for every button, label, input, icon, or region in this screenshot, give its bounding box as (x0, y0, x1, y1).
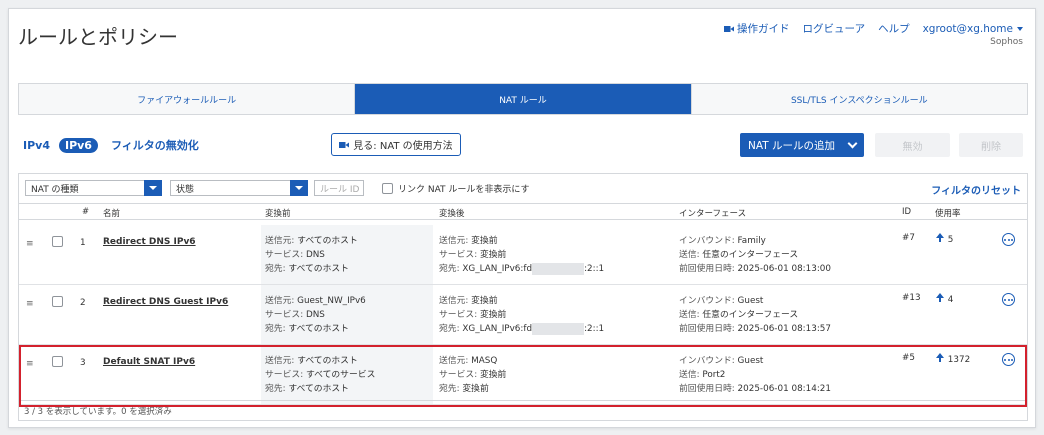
rule-id: #7 (902, 233, 915, 243)
user-name: xgroot@xg.home (922, 22, 1013, 35)
tab-firewall-rules[interactable]: ファイアウォールルール (19, 84, 356, 114)
log-viewer-link[interactable]: ログビューア (802, 21, 865, 36)
row-checkbox[interactable] (52, 296, 63, 307)
top-navigation: 操作ガイド ログビューア ヘルプ xgroot@xg.home (723, 21, 1023, 36)
howto-button[interactable]: 見る: NAT の使用方法 (331, 133, 461, 156)
row-num: 2 (80, 298, 86, 308)
delete-button[interactable]: 削除 (959, 133, 1023, 157)
col-id: ID (902, 207, 912, 217)
status-value: 状態 (176, 184, 195, 195)
organization-label: Sophos (990, 37, 1023, 47)
reset-filter-link[interactable]: フィルタのリセット (931, 182, 1021, 197)
guide-link[interactable]: 操作ガイド (723, 21, 790, 36)
drag-handle-icon[interactable]: ≡ (26, 299, 34, 309)
hide-linked-rules-option[interactable]: リンク NAT ルールを非表示にす (382, 182, 530, 195)
before-source: 送信元: Guest_NW_IPv6 (265, 296, 366, 306)
iface-outbound: 送信: 任意のインターフェース (679, 310, 799, 320)
chevron-down-icon (1017, 26, 1023, 31)
guide-label: 操作ガイド (736, 23, 790, 35)
drag-handle-icon[interactable]: ≡ (26, 239, 34, 249)
before-destination: 宛先: すべてのホスト (265, 324, 349, 334)
chevron-down-icon (847, 138, 858, 148)
rule-tabs: ファイアウォールルール NAT ルール SSL/TLS インスペクションルール (18, 83, 1028, 115)
iface-last-used: 前回使用日時: 2025-06-01 08:13:57 (679, 324, 831, 334)
after-source: 送信元: 変換前 (439, 236, 498, 246)
redacted-area (532, 262, 585, 275)
iface-inbound: インバウンド: Family (679, 236, 766, 246)
disable-button[interactable]: 無効 (875, 133, 950, 157)
col-before: 変換前 (265, 209, 291, 219)
howto-label: 見る: NAT の使用方法 (353, 141, 453, 152)
usage: 4 (935, 293, 953, 305)
tab-nat-rules[interactable]: NAT ルール (355, 84, 692, 114)
col-name: 名前 (103, 209, 121, 219)
after-service: サービス: 変換前 (439, 250, 507, 260)
after-destination: 宛先: XG_LAN_IPv6:fd:2::1 (439, 262, 605, 275)
help-link[interactable]: ヘルプ (878, 21, 910, 36)
table-header: # 名前 変換前 変換後 インターフェース ID 使用率 (19, 203, 1027, 220)
ip-filter-bar: IPv4 IPv6 フィルタの無効化 (23, 137, 199, 153)
rule-id: #13 (902, 293, 921, 303)
before-destination: 宛先: すべてのホスト (265, 264, 349, 274)
rule-name-link[interactable]: Redirect DNS Guest IPv6 (103, 297, 228, 307)
col-interface: インターフェース (679, 209, 747, 219)
after-source: 送信元: 変換前 (439, 296, 498, 306)
page-title: ルールとポリシー (18, 25, 178, 49)
nat-type-value: NAT の種類 (31, 184, 79, 195)
add-nat-rule-button[interactable]: NAT ルールの追加 (740, 133, 864, 157)
more-options-icon[interactable] (1002, 233, 1015, 246)
rule-id-input[interactable]: ルール ID (314, 180, 364, 196)
col-after: 変換後 (439, 209, 465, 219)
after-service: サービス: 変換前 (439, 310, 507, 320)
more-options-icon[interactable] (1002, 293, 1015, 306)
video-icon (723, 26, 734, 32)
col-num: # (82, 207, 90, 217)
col-usage: 使用率 (935, 209, 961, 219)
table-row[interactable]: ≡ 2 Redirect DNS Guest IPv6 送信元: Guest_N… (19, 285, 1027, 345)
row-num: 1 (80, 238, 86, 248)
usage-icon (936, 233, 944, 242)
before-source: 送信元: すべてのホスト (265, 236, 358, 246)
before-service: サービス: DNS (265, 310, 325, 320)
highlight-box (19, 345, 1027, 407)
before-service: サービス: DNS (265, 250, 325, 260)
chevron-down-icon (144, 180, 162, 196)
rule-name-link[interactable]: Redirect DNS IPv6 (103, 237, 196, 247)
table-row[interactable]: ≡ 1 Redirect DNS IPv6 送信元: すべてのホスト サービス:… (19, 225, 1027, 285)
ipv6-toggle[interactable]: IPv6 (58, 137, 98, 153)
disable-filter-link[interactable]: フィルタの無効化 (111, 137, 199, 153)
status-select[interactable]: 状態 (170, 180, 308, 196)
hide-linked-label: リンク NAT ルールを非表示にす (398, 185, 530, 195)
tab-ssl-inspection[interactable]: SSL/TLS インスペクションルール (691, 84, 1027, 114)
iface-inbound: インバウンド: Guest (679, 296, 764, 306)
main-window: ルールとポリシー 操作ガイド ログビューア ヘルプ xgroot@xg.home… (8, 8, 1036, 428)
hide-linked-checkbox[interactable] (382, 183, 393, 194)
iface-last-used: 前回使用日時: 2025-06-01 08:13:00 (679, 264, 831, 274)
video-icon (339, 141, 350, 148)
add-nat-rule-label: NAT ルールの追加 (748, 139, 835, 152)
ipv4-toggle[interactable]: IPv4 (23, 139, 50, 152)
usage: 5 (935, 233, 953, 245)
iface-outbound: 送信: 任意のインターフェース (679, 250, 799, 260)
row-checkbox[interactable] (52, 236, 63, 247)
user-menu[interactable]: xgroot@xg.home (923, 23, 1023, 35)
nat-type-select[interactable]: NAT の種類 (25, 180, 162, 196)
usage-icon (936, 293, 944, 302)
filter-row: NAT の種類 状態 ルール ID リンク NAT ルールを非表示にす フィルタ… (19, 174, 1027, 203)
chevron-down-icon (290, 180, 308, 196)
after-destination: 宛先: XG_LAN_IPv6:fd:2::1 (439, 322, 605, 335)
redacted-area (532, 322, 585, 335)
